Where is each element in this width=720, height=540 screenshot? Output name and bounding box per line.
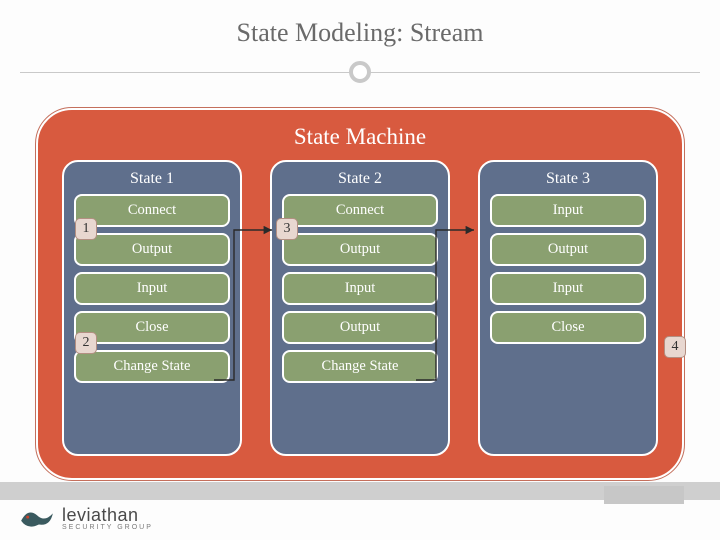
logo-name: leviathan xyxy=(62,506,153,524)
step-change-state: Change State xyxy=(74,350,230,383)
title-rule xyxy=(0,60,720,84)
step-output2: Output xyxy=(282,311,438,344)
machine-title: State Machine xyxy=(62,124,658,150)
badge-1: 1 xyxy=(75,218,97,240)
step-connect: Connect xyxy=(74,194,230,227)
step-input: Input xyxy=(490,194,646,227)
state-col-2: State 2 Connect Output Input Output Chan… xyxy=(270,160,450,456)
step-close: Close xyxy=(74,311,230,344)
badge-3: 3 xyxy=(276,218,298,240)
logo-text: leviathan SECURITY GROUP xyxy=(62,506,153,531)
badge-2: 2 xyxy=(75,332,97,354)
step-connect: Connect xyxy=(282,194,438,227)
badge-4: 4 xyxy=(664,336,686,358)
state-header: State 1 xyxy=(74,170,230,188)
step-input: Input xyxy=(74,272,230,305)
state-col-3: State 3 Input Output Input Close xyxy=(478,160,658,456)
state-header: State 3 xyxy=(490,170,646,188)
logo: leviathan SECURITY GROUP xyxy=(18,504,153,532)
bottom-gray-tab xyxy=(604,486,684,504)
step-output: Output xyxy=(74,233,230,266)
state-col-1: State 1 Connect Output Input Close Chang… xyxy=(62,160,242,456)
state-columns: State 1 Connect Output Input Close Chang… xyxy=(62,160,658,456)
state-steps: Connect Output Input Close Change State xyxy=(74,194,230,444)
page-title: State Modeling: Stream xyxy=(0,18,720,48)
state-steps: Input Output Input Close xyxy=(490,194,646,444)
state-steps: Connect Output Input Output Change State xyxy=(282,194,438,444)
state-header: State 2 xyxy=(282,170,438,188)
step-output: Output xyxy=(490,233,646,266)
step-input: Input xyxy=(282,272,438,305)
logo-sub: SECURITY GROUP xyxy=(62,524,153,531)
state-machine-panel: State Machine State 1 Connect Output Inp… xyxy=(36,108,684,480)
logo-mark-icon xyxy=(18,504,56,532)
step-close: Close xyxy=(490,311,646,344)
step-input2: Input xyxy=(490,272,646,305)
circle-ornament-icon xyxy=(349,61,371,83)
step-output: Output xyxy=(282,233,438,266)
title-block: State Modeling: Stream xyxy=(0,0,720,56)
step-change-state: Change State xyxy=(282,350,438,383)
